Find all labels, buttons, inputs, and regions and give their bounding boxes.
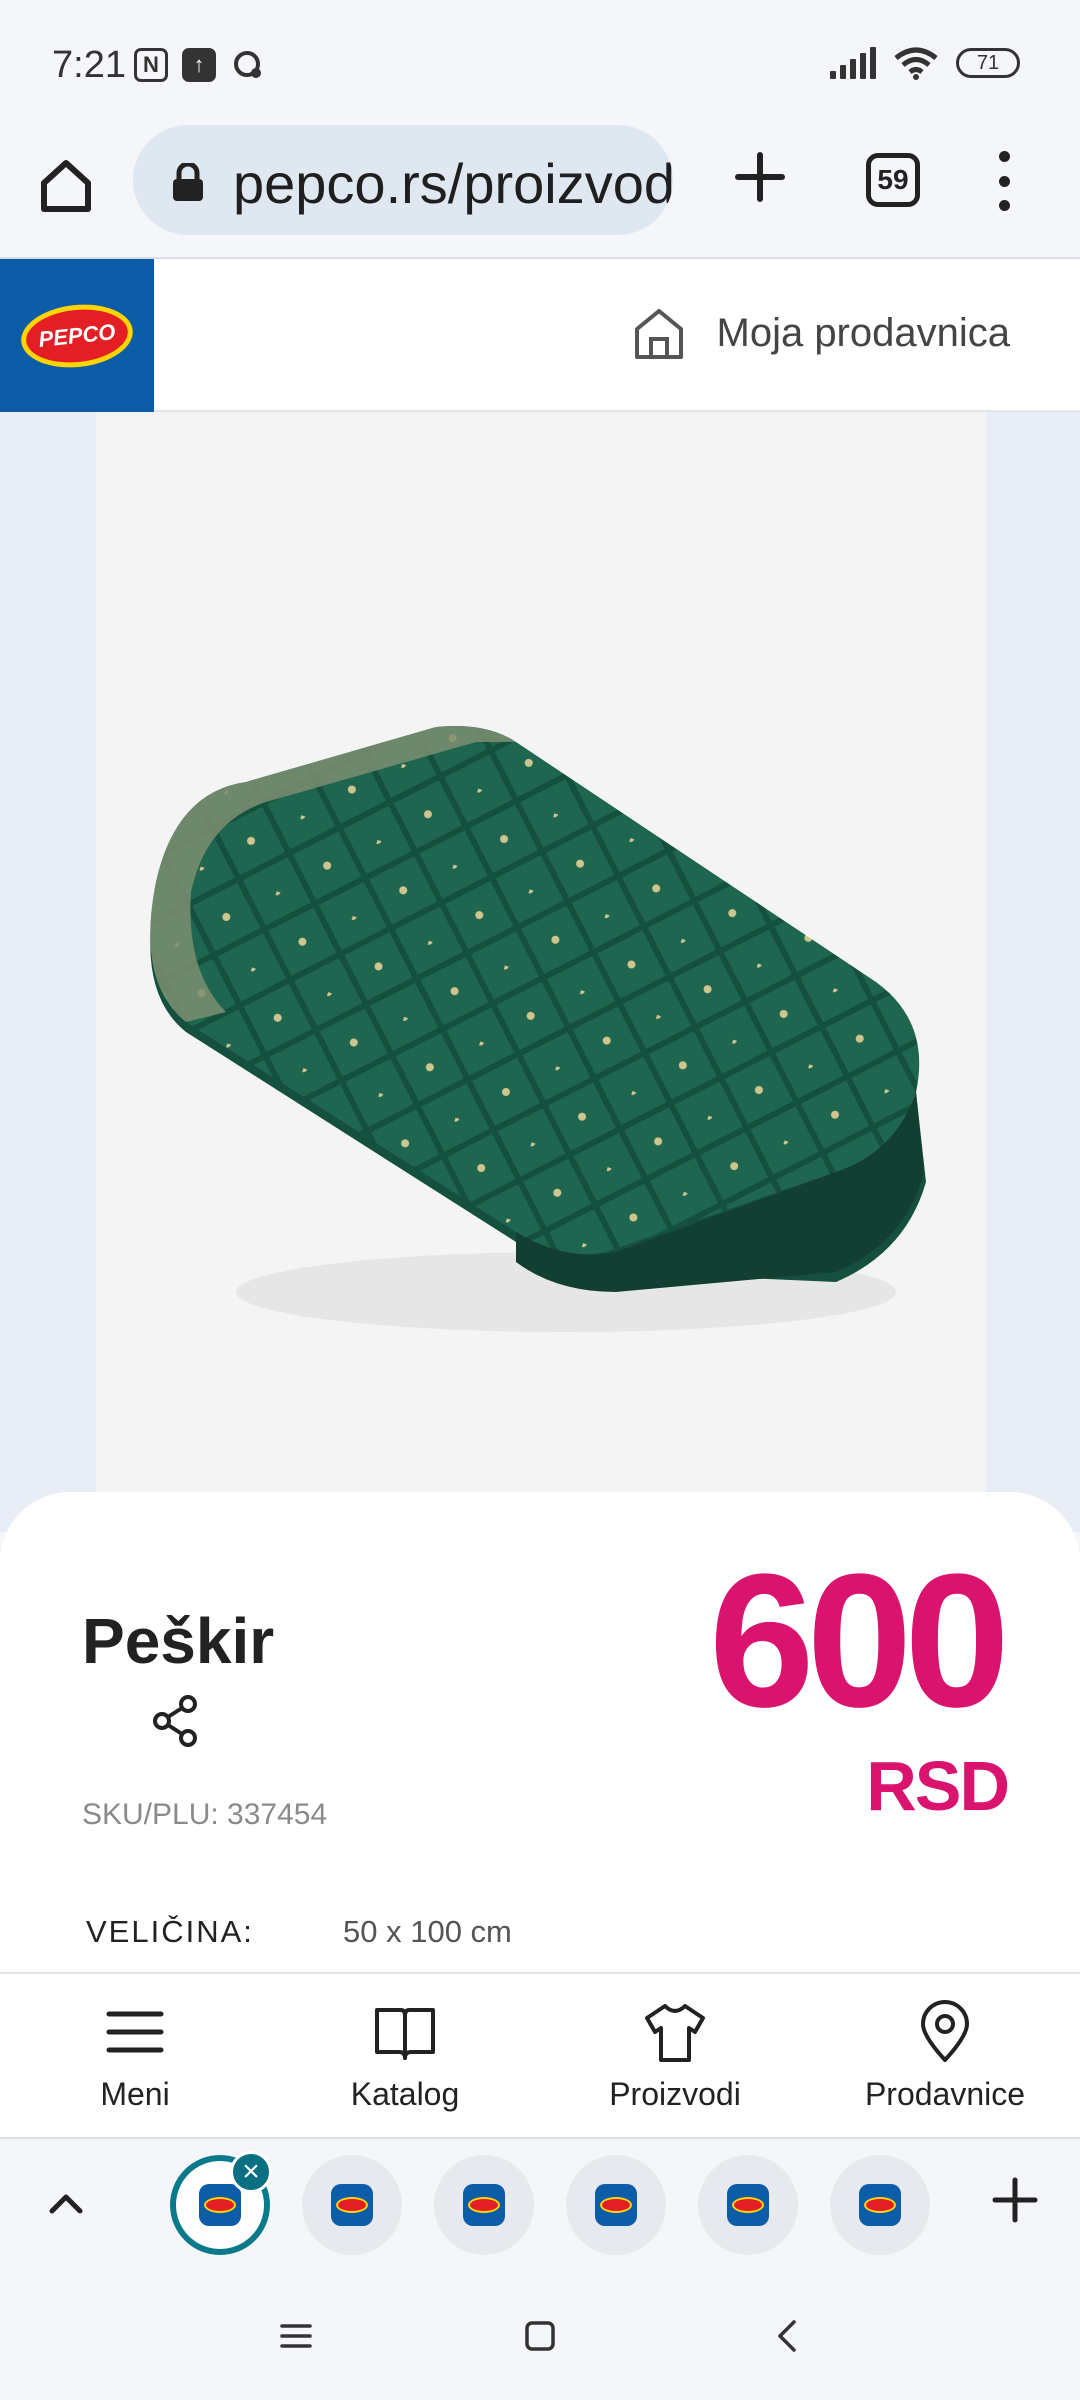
add-tab-plus-icon[interactable]: [990, 2175, 1040, 2225]
upload-icon: ↑: [182, 48, 216, 82]
new-tab-plus-icon[interactable]: [730, 147, 790, 207]
menu-icon: [106, 2011, 164, 2053]
product-image-section: [0, 412, 1080, 1532]
logo-text: PEPCO: [37, 318, 117, 352]
product-info-card: Peškir SKU/PLU: 337454 600 RSD VELIČINA:…: [0, 1492, 1080, 1972]
size-value: 50 x 100 cm: [343, 1914, 512, 1949]
my-store-label: Moja prodavnica: [716, 310, 1011, 355]
status-notification-icons: N ↑: [134, 48, 264, 82]
towel-illustration: [150, 726, 926, 1332]
nav-item-proizvodi[interactable]: Proizvodi: [540, 1974, 810, 2139]
logo-mark: PEPCO: [18, 298, 136, 373]
tab-count: 59: [877, 164, 909, 195]
nav-item-prodavnice[interactable]: Prodavnice: [810, 1974, 1080, 2139]
pepco-favicon: [727, 2184, 769, 2226]
battery-icon: 71: [956, 48, 1020, 78]
pepco-favicon: [199, 2184, 241, 2226]
site-header: PEPCO Moja prodavnica: [0, 259, 1080, 412]
chat-icon: [230, 48, 264, 82]
pepco-logo[interactable]: PEPCO: [0, 259, 154, 412]
close-tab-icon[interactable]: ×: [230, 2151, 272, 2193]
wifi-icon: [894, 47, 938, 80]
location-pin-icon: [921, 2000, 969, 2062]
nav-label-meni: Meni: [100, 2076, 170, 2112]
browser-tab-strip: ×: [0, 2137, 1080, 2272]
my-store-link[interactable]: Moja prodavnica: [631, 305, 1011, 361]
nav-label-katalog: Katalog: [350, 2076, 460, 2112]
shirt-icon: [645, 2004, 705, 2062]
status-bar: 7:21 N ↑ 71: [0, 0, 1080, 125]
pepco-favicon: [331, 2184, 373, 2226]
store-home-icon: [634, 309, 683, 359]
price-currency: RSD: [866, 1747, 1010, 1825]
tab-thumbnail[interactable]: [302, 2155, 402, 2255]
nfc-icon: N: [134, 48, 168, 82]
back-icon[interactable]: [766, 2314, 810, 2358]
home-icon[interactable]: [36, 155, 96, 215]
tab-thumbnail[interactable]: [434, 2155, 534, 2255]
product-name: Peškir: [82, 1605, 275, 1677]
browser-toolbar: pepco.rs/proizvod 59: [0, 125, 1080, 259]
nav-item-katalog[interactable]: Katalog: [270, 1974, 540, 2139]
more-menu-icon[interactable]: [992, 151, 1016, 211]
chevron-up-icon[interactable]: [44, 2181, 88, 2225]
nav-item-meni[interactable]: Meni: [0, 1974, 270, 2139]
lock-icon: [173, 163, 203, 201]
pepco-favicon: [463, 2184, 505, 2226]
share-icon[interactable]: [150, 1694, 200, 1748]
product-image[interactable]: [96, 412, 986, 1532]
product-sku: SKU/PLU: 337454: [82, 1798, 328, 1831]
home-square-icon[interactable]: [518, 2314, 562, 2358]
url-text: pepco.rs/proizvod: [233, 152, 673, 215]
tab-switcher-button[interactable]: 59: [866, 153, 920, 207]
status-time: 7:21: [52, 44, 126, 86]
product-price: 600: [708, 1535, 1010, 1747]
size-label: VELIČINA:: [86, 1914, 254, 1949]
pepco-favicon: [595, 2184, 637, 2226]
signal-icon: [830, 47, 876, 79]
battery-level: 71: [976, 51, 1000, 74]
recent-apps-icon[interactable]: [274, 2314, 318, 2358]
status-system-icons: 71: [830, 46, 1020, 80]
nav-label-proizvodi: Proizvodi: [609, 2076, 741, 2112]
pepco-favicon: [859, 2184, 901, 2226]
book-icon: [375, 2008, 435, 2060]
tab-thumbnail[interactable]: [698, 2155, 798, 2255]
site-bottom-nav: Meni Katalog Proizvodi Prodavnice: [0, 1972, 1080, 2137]
address-bar[interactable]: pepco.rs/proizvod: [133, 125, 673, 235]
tab-thumbnail[interactable]: [566, 2155, 666, 2255]
tab-thumbnail[interactable]: [830, 2155, 930, 2255]
nav-label-prodavnice: Prodavnice: [864, 2076, 1026, 2112]
system-navigation-bar: [0, 2272, 1080, 2400]
